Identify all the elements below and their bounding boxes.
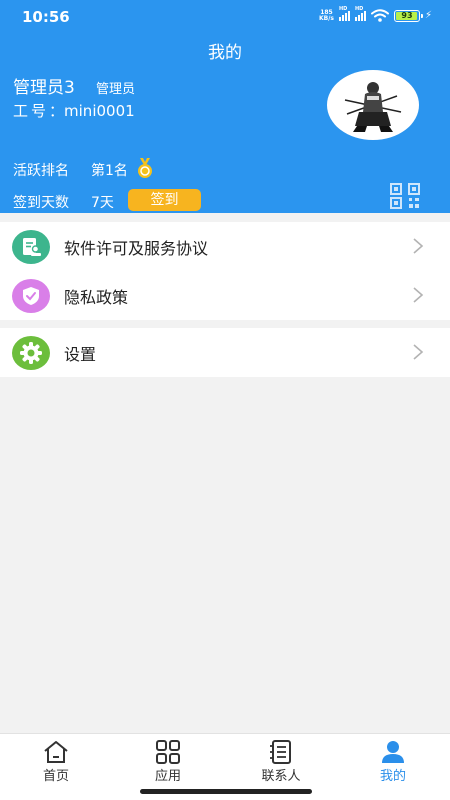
person-icon xyxy=(382,741,404,763)
rank-label: 活跃排名 xyxy=(13,163,69,179)
battery-icon: 93 xyxy=(393,9,423,22)
home-icon xyxy=(44,741,68,763)
menu-item-label: 软件许可及服务协议 xyxy=(64,239,209,258)
chevron-right-icon xyxy=(413,238,424,254)
signin-days-value: 7天 xyxy=(91,195,114,211)
user-name: 管理员3 xyxy=(13,78,75,98)
page-title: 我的 xyxy=(208,43,242,63)
menu-group-settings: 设置 xyxy=(0,328,450,377)
shield-check-icon xyxy=(12,279,50,313)
menu-item-label: 隐私政策 xyxy=(64,288,129,307)
qr-code-icon[interactable] xyxy=(390,183,420,209)
menu-group-about: 软件许可及服务协议 隐私政策 xyxy=(0,222,450,320)
tab-label: 应用 xyxy=(154,769,181,784)
avatar[interactable] xyxy=(327,70,419,140)
tab-label: 首页 xyxy=(42,769,69,784)
chevron-right-icon xyxy=(413,344,424,360)
tab-home[interactable]: 首页 xyxy=(0,734,112,789)
apps-grid-icon xyxy=(156,740,180,764)
tab-label: 我的 xyxy=(379,769,406,784)
charging-icon: ⚡ xyxy=(424,10,432,21)
menu-item-label: 设置 xyxy=(64,345,97,364)
home-indicator[interactable] xyxy=(140,789,312,794)
status-time: 10:56 xyxy=(22,8,70,26)
wifi-icon xyxy=(370,9,389,22)
employee-number: 工号：mini0001 xyxy=(13,102,135,120)
tab-contacts[interactable]: 联系人 xyxy=(225,734,337,789)
profile-header: 10:56 185 KB/s HD HD 93 ⚡ 我的 管理员3 管理员 工号… xyxy=(0,0,450,213)
menu-item-license-agreement[interactable]: 软件许可及服务协议 xyxy=(0,222,450,271)
contacts-book-icon xyxy=(270,740,291,764)
tab-apps[interactable]: 应用 xyxy=(112,734,224,789)
chevron-right-icon xyxy=(413,287,424,303)
status-bar: 10:56 185 KB/s HD HD 93 ⚡ xyxy=(0,0,450,34)
menu-item-privacy-policy[interactable]: 隐私政策 xyxy=(0,271,450,320)
tab-label: 联系人 xyxy=(261,769,301,784)
menu-item-settings[interactable]: 设置 xyxy=(0,328,450,377)
user-role: 管理员 xyxy=(96,82,136,97)
medal-icon xyxy=(138,158,152,178)
gear-icon xyxy=(12,336,50,370)
document-stamp-icon xyxy=(12,230,50,264)
avatar-image xyxy=(344,82,402,132)
signal-icon: HD xyxy=(354,6,366,21)
signin-days-label: 签到天数 xyxy=(13,195,69,211)
signin-button[interactable]: 签到 xyxy=(128,189,201,211)
signal-icon: HD xyxy=(338,6,350,21)
status-icons: 185 KB/s HD HD 93 ⚡ xyxy=(318,6,432,22)
tab-mine[interactable]: 我的 xyxy=(337,734,449,789)
network-speed: 185 KB/s xyxy=(318,8,334,22)
rank-value: 第1名 xyxy=(91,163,128,179)
